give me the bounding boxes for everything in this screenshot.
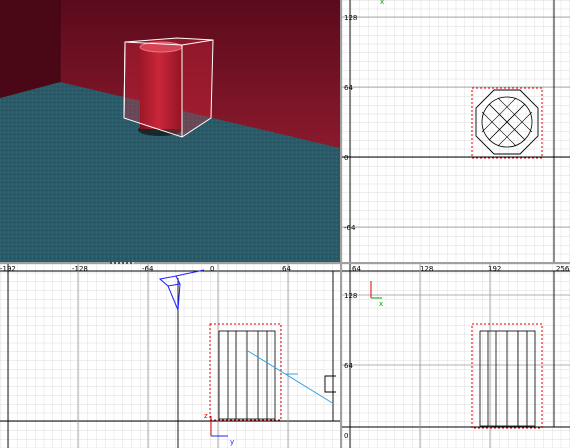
side-viewport[interactable]: -192 -128 -64 0 64 z y — [0, 264, 340, 448]
vertical-splitter[interactable] — [340, 0, 342, 448]
front-label-256: 256 — [556, 265, 570, 273]
side-label-neg128: -128 — [72, 265, 88, 273]
front-axis-x: x — [379, 300, 383, 308]
top-label-64: 64 — [344, 84, 353, 92]
front-label-v0: 0 — [344, 432, 348, 440]
side-axis-y: y — [230, 438, 234, 446]
horizontal-splitter[interactable] — [0, 262, 570, 264]
side-grid: -192 -128 -64 0 64 z y — [0, 264, 340, 448]
top-label-128: 128 — [344, 14, 357, 22]
top-label-neg64: -64 — [344, 224, 356, 232]
selected-cylinder[interactable] — [123, 37, 214, 138]
front-label-64: 64 — [352, 265, 361, 273]
front-label-v128: 128 — [344, 292, 357, 300]
camera-3d-viewport[interactable] — [0, 0, 340, 262]
front-viewport[interactable]: 64 128 192 256 128 64 0 x — [342, 264, 570, 448]
3d-scene — [0, 0, 340, 262]
front-label-v64: 64 — [344, 362, 353, 370]
top-grid: 128 64 0 -64 x — [342, 0, 570, 262]
svg-text:x: x — [380, 0, 384, 6]
side-label-64: 64 — [282, 265, 291, 273]
side-label-0: 0 — [210, 265, 214, 273]
side-label-neg64: -64 — [142, 265, 154, 273]
front-grid: 64 128 192 256 128 64 0 x — [342, 264, 570, 448]
top-viewport[interactable]: 128 64 0 -64 x — [342, 0, 570, 262]
front-label-128: 128 — [420, 265, 433, 273]
side-axis-z: z — [204, 412, 208, 420]
side-label-neg192: -192 — [0, 265, 16, 273]
splitter-grip[interactable] — [110, 262, 134, 264]
left-wall — [0, 0, 60, 98]
top-label-0: 0 — [344, 154, 348, 162]
front-label-192: 192 — [488, 265, 501, 273]
